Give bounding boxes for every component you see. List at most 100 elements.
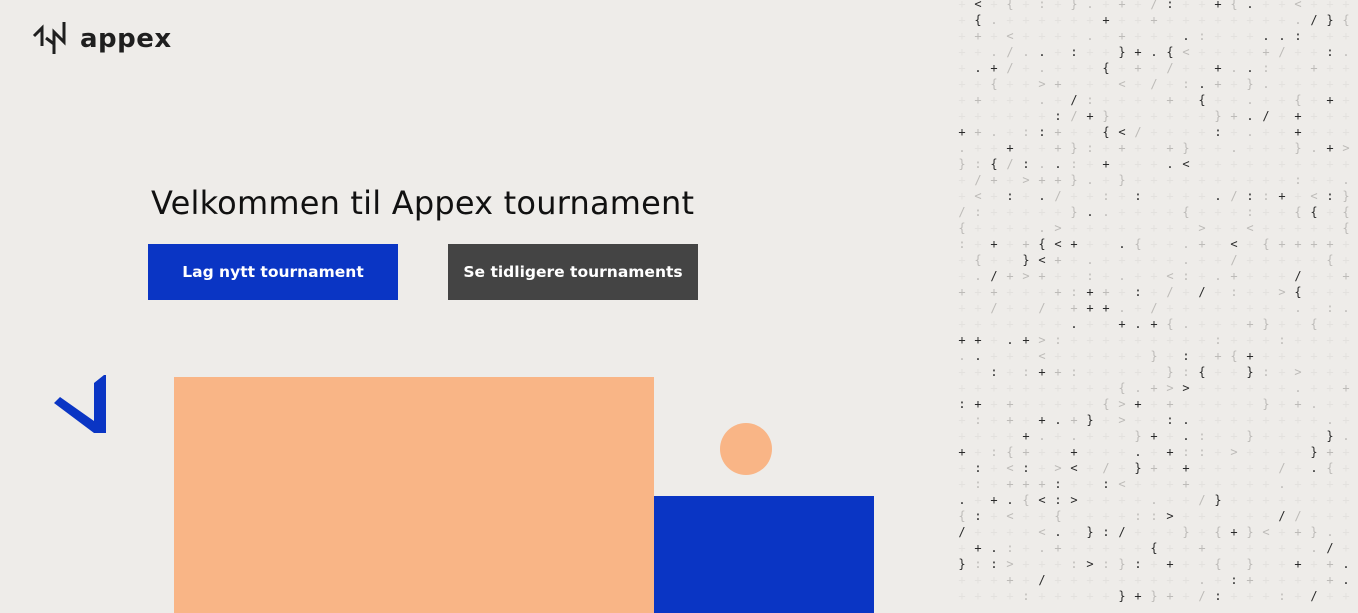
svg-text:+: + xyxy=(1294,573,1301,587)
svg-text:+: + xyxy=(1166,141,1173,155)
svg-text:+: + xyxy=(1054,429,1061,443)
svg-text:+: + xyxy=(1054,125,1061,139)
svg-text:+: + xyxy=(1102,509,1109,523)
svg-text:+: + xyxy=(1166,541,1173,555)
svg-text:+: + xyxy=(1310,557,1317,571)
svg-text::: : xyxy=(1086,93,1093,107)
svg-text:+: + xyxy=(1150,413,1157,427)
svg-text:+: + xyxy=(990,93,997,107)
svg-text::: : xyxy=(1182,269,1189,283)
svg-text:+: + xyxy=(1182,285,1189,299)
svg-text:+: + xyxy=(1086,77,1093,91)
svg-text:+: + xyxy=(1230,333,1237,347)
svg-text:+: + xyxy=(1054,445,1061,459)
svg-text:/: / xyxy=(1262,109,1269,123)
svg-text:+: + xyxy=(1230,45,1237,59)
svg-text:/: / xyxy=(958,525,965,539)
svg-text:+: + xyxy=(974,141,981,155)
svg-text:+: + xyxy=(990,205,997,219)
svg-text:<: < xyxy=(1294,0,1301,11)
svg-text:+: + xyxy=(1262,589,1269,603)
svg-text:}: } xyxy=(1070,0,1077,11)
svg-text:.: . xyxy=(974,269,981,283)
svg-text:/: / xyxy=(1118,525,1125,539)
svg-text:+: + xyxy=(1022,205,1029,219)
svg-text:+: + xyxy=(1006,221,1013,235)
svg-text:+: + xyxy=(974,381,981,395)
previous-tournaments-button[interactable]: Se tidligere tournaments xyxy=(448,244,698,300)
svg-text:+: + xyxy=(1198,173,1205,187)
svg-text:+: + xyxy=(1070,189,1077,203)
svg-text::: : xyxy=(1054,333,1061,347)
svg-text:+: + xyxy=(1006,589,1013,603)
svg-text:+: + xyxy=(1326,557,1333,571)
svg-text:{: { xyxy=(1230,0,1237,11)
svg-text:+: + xyxy=(1230,173,1237,187)
svg-text:+: + xyxy=(1342,541,1349,555)
svg-text:+: + xyxy=(1262,429,1269,443)
svg-text:+: + xyxy=(1262,93,1269,107)
svg-text:+: + xyxy=(1134,525,1141,539)
svg-text:+: + xyxy=(1150,461,1157,475)
svg-text:+: + xyxy=(1022,109,1029,123)
svg-text:+: + xyxy=(1054,61,1061,75)
svg-text:<: < xyxy=(1262,525,1269,539)
svg-text:+: + xyxy=(1070,13,1077,27)
svg-text:{: { xyxy=(1166,45,1173,59)
blue-block-decoration xyxy=(654,496,874,613)
svg-text:+: + xyxy=(1102,301,1109,315)
svg-text:+: + xyxy=(1166,445,1173,459)
svg-text:+: + xyxy=(1198,205,1205,219)
svg-text:+: + xyxy=(1118,189,1125,203)
svg-text:+: + xyxy=(1294,237,1301,251)
svg-text:+: + xyxy=(1038,365,1045,379)
svg-text:+: + xyxy=(1006,365,1013,379)
svg-text:+: + xyxy=(1246,29,1253,43)
svg-text:+: + xyxy=(1326,397,1333,411)
svg-text:+: + xyxy=(1118,429,1125,443)
create-tournament-button[interactable]: Lag nytt tournament xyxy=(148,244,398,300)
svg-text:+: + xyxy=(1006,77,1013,91)
svg-text:+: + xyxy=(1198,381,1205,395)
svg-text:+: + xyxy=(1342,285,1349,299)
svg-text:+: + xyxy=(958,253,965,267)
svg-text::: : xyxy=(1278,589,1285,603)
svg-text:+: + xyxy=(1166,333,1173,347)
svg-text:+: + xyxy=(1214,173,1221,187)
svg-text:.: . xyxy=(1038,157,1045,171)
svg-text:}: } xyxy=(1086,413,1093,427)
svg-text:+: + xyxy=(1278,77,1285,91)
svg-text:+: + xyxy=(974,429,981,443)
svg-text:+: + xyxy=(1102,429,1109,443)
svg-text:+: + xyxy=(1038,509,1045,523)
svg-text:+: + xyxy=(1118,93,1125,107)
svg-text:+: + xyxy=(1326,381,1333,395)
svg-text:+: + xyxy=(1070,237,1077,251)
svg-text:+: + xyxy=(1262,141,1269,155)
svg-text:>: > xyxy=(1022,173,1029,187)
svg-text:+: + xyxy=(1230,317,1237,331)
svg-text:<: < xyxy=(974,0,981,11)
svg-text:+: + xyxy=(1022,317,1029,331)
svg-text:.: . xyxy=(1310,141,1317,155)
svg-text:+: + xyxy=(1326,77,1333,91)
svg-text:.: . xyxy=(1038,541,1045,555)
brand-logo[interactable]: appex xyxy=(32,20,172,58)
svg-text:+: + xyxy=(1038,29,1045,43)
svg-text:+: + xyxy=(1214,141,1221,155)
svg-text:+: + xyxy=(1038,461,1045,475)
svg-text:+: + xyxy=(1086,333,1093,347)
svg-text:+: + xyxy=(1166,253,1173,267)
svg-text:+: + xyxy=(1278,141,1285,155)
svg-text:+: + xyxy=(1166,205,1173,219)
svg-text:+: + xyxy=(974,221,981,235)
svg-text:.: . xyxy=(1134,317,1141,331)
svg-text::: : xyxy=(1134,557,1141,571)
svg-text:+: + xyxy=(1118,205,1125,219)
svg-text::: : xyxy=(1070,157,1077,171)
svg-text:+: + xyxy=(1278,93,1285,107)
svg-text:.: . xyxy=(1006,333,1013,347)
svg-text:.: . xyxy=(1038,93,1045,107)
svg-text:{: { xyxy=(1102,61,1109,75)
svg-text:+: + xyxy=(1214,157,1221,171)
